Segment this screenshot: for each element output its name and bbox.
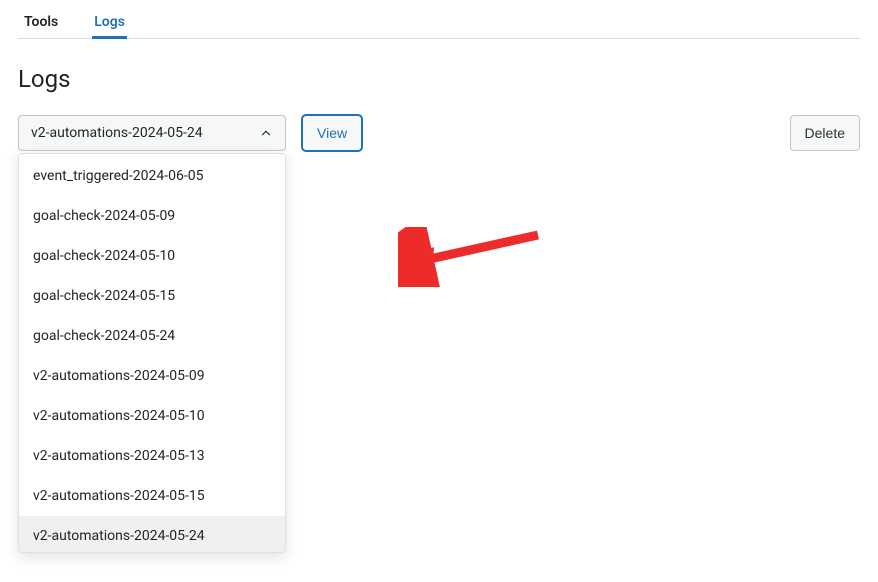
controls-row: v2-automations-2024-05-24 event_triggere… — [18, 115, 860, 151]
delete-button[interactable]: Delete — [790, 115, 860, 151]
tab-logs[interactable]: Logs — [88, 6, 131, 38]
view-button[interactable]: View — [302, 115, 362, 151]
chevron-up-icon — [259, 126, 273, 140]
log-select-button[interactable]: v2-automations-2024-05-24 — [18, 115, 286, 151]
dropdown-item[interactable]: v2-automations-2024-05-10 — [19, 396, 285, 436]
log-select[interactable]: v2-automations-2024-05-24 event_triggere… — [18, 115, 286, 151]
log-select-value: v2-automations-2024-05-24 — [31, 125, 203, 141]
log-select-dropdown[interactable]: event_triggered-2024-06-05 goal-check-20… — [18, 153, 286, 553]
dropdown-item[interactable]: event_triggered-2024-06-05 — [19, 156, 285, 196]
dropdown-item[interactable]: goal-check-2024-05-09 — [19, 196, 285, 236]
dropdown-item[interactable]: v2-automations-2024-05-13 — [19, 436, 285, 476]
dropdown-item[interactable]: goal-check-2024-05-15 — [19, 276, 285, 316]
dropdown-item[interactable]: v2-automations-2024-05-09 — [19, 356, 285, 396]
dropdown-item[interactable]: v2-automations-2024-05-15 — [19, 476, 285, 516]
tab-tools[interactable]: Tools — [18, 6, 64, 38]
dropdown-item[interactable]: goal-check-2024-05-24 — [19, 316, 285, 356]
arrow-annotation-icon — [398, 227, 548, 291]
page-title: Logs — [18, 65, 860, 93]
tabs-bar: Tools Logs — [18, 0, 860, 39]
dropdown-item[interactable]: goal-check-2024-05-10 — [19, 236, 285, 276]
dropdown-item[interactable]: v2-automations-2024-05-24 — [19, 516, 285, 553]
